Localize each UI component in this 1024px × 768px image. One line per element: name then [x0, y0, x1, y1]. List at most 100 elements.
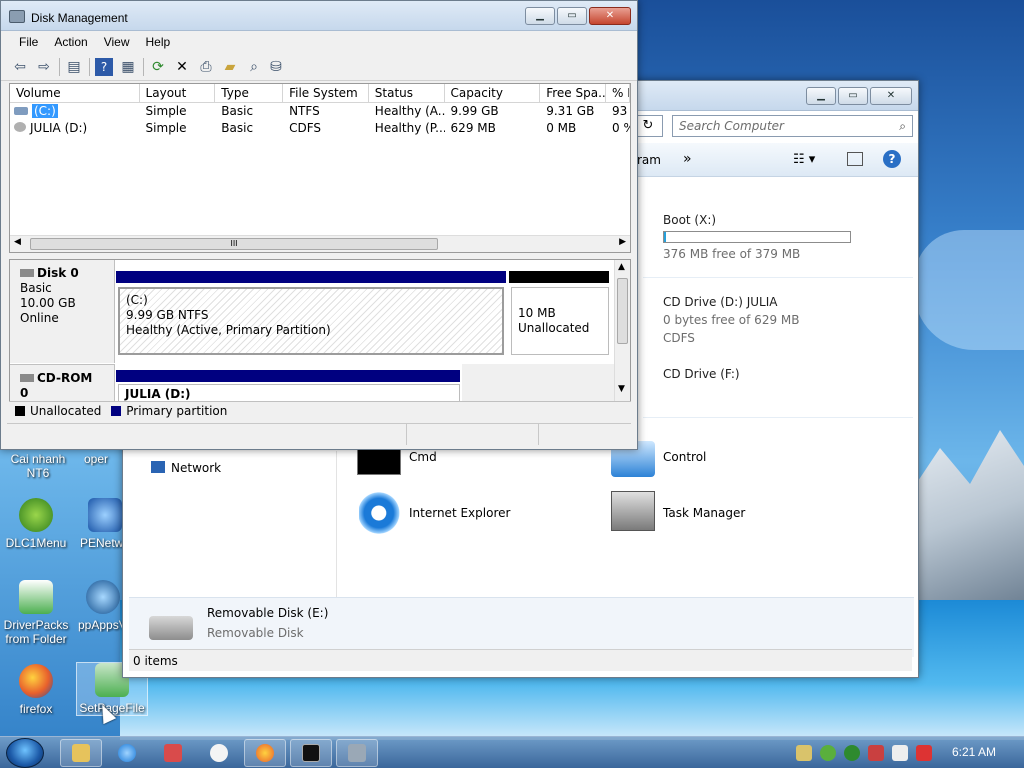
taskbar-firefox-button[interactable] [244, 739, 286, 767]
minimize-button[interactable]: ▁ [525, 7, 555, 25]
desktop-icon-penetw[interactable]: PENetw [80, 498, 122, 550]
tray-play-icon[interactable] [844, 745, 860, 761]
tile-label: Internet Explorer [409, 506, 511, 520]
refresh-icon[interactable]: ⟳ [149, 58, 167, 76]
drive-boot-x[interactable]: Boot (X:) 376 MB free of 379 MB [663, 213, 851, 261]
volume-row[interactable]: (C:) Simple Basic NTFS Healthy (A... 9.9… [10, 103, 630, 120]
column-volume[interactable]: Volume [10, 84, 140, 102]
tray-check-icon[interactable] [820, 745, 836, 761]
back-arrow-icon[interactable]: ⇦ [11, 58, 29, 76]
scrollbar-thumb[interactable] [617, 278, 628, 344]
explore-search-icon[interactable]: ⌕ [245, 58, 263, 76]
cdrom0-name-row: CD-ROM 0 [20, 371, 104, 401]
window-title: Disk Management [31, 11, 128, 25]
desktop-icon-label: Cai nhanh NT6 [10, 452, 66, 480]
command-program-item[interactable]: ram [637, 153, 661, 167]
help-icon[interactable]: ? [95, 58, 113, 76]
desktop-icon-driverpacks[interactable]: DriverPacks from Folder [0, 580, 72, 646]
taskbar-disk-management-button[interactable] [336, 739, 378, 767]
column-percent-free[interactable]: % F [606, 84, 630, 102]
taskbar-cmd-button[interactable] [290, 739, 332, 767]
close-button[interactable]: ✕ [589, 7, 631, 25]
scroll-up-arrow-icon[interactable]: ▲ [618, 262, 625, 272]
clock[interactable]: 6:21 AM [952, 745, 996, 759]
maximize-button[interactable]: ▭ [838, 87, 868, 105]
disk-management-window: Disk Management ▁ ▭ ✕ File Action View H… [0, 0, 638, 450]
properties-icon[interactable]: ⎙ [197, 58, 215, 76]
desktop-icon-label: DLC1Menu [5, 536, 67, 550]
disk-graphical-view: Disk 0 Basic 10.00 GB Online (C:) 9.99 G… [9, 259, 631, 419]
scrollbar-thumb[interactable]: III [30, 238, 438, 250]
ppapps-icon [86, 580, 120, 614]
vertical-scrollbar[interactable]: ▲ ▼ [614, 260, 630, 418]
column-type[interactable]: Type [215, 84, 284, 102]
filesystem-cell: NTFS [289, 104, 320, 118]
nav-item-network[interactable]: Network [151, 461, 221, 475]
open-folder-icon[interactable]: ▰ [221, 58, 239, 76]
desktop-wallpaper-cloud [914, 230, 1024, 350]
column-file-system[interactable]: File System [283, 84, 369, 102]
column-status[interactable]: Status [369, 84, 445, 102]
desktop-icon-label: ppAppsV [78, 618, 122, 632]
disk0-header[interactable]: Disk 0 Basic 10.00 GB Online [10, 260, 115, 363]
scroll-right-arrow-icon[interactable]: ▶ [619, 237, 626, 247]
chevron-more-icon[interactable]: » [683, 151, 692, 167]
search-input[interactable]: Search Computer ⌕ [672, 115, 913, 137]
status-pane [539, 424, 629, 445]
taskbar-explorer-button[interactable] [60, 739, 102, 767]
layout-cell: Simple [145, 121, 187, 135]
unallocated-space[interactable]: 10 MB Unallocated [511, 287, 609, 355]
partition-c[interactable]: (C:) 9.99 GB NTFS Healthy (Active, Prima… [118, 287, 504, 355]
desktop-icon-cai-nhanh[interactable]: Cai nhanh NT6 [2, 452, 74, 480]
tray-monitor-icon[interactable] [892, 745, 908, 761]
taskbar-app-button[interactable] [198, 739, 240, 767]
start-button[interactable] [6, 738, 44, 768]
tray-volume-muted-icon[interactable] [916, 745, 932, 761]
drive-icon [14, 107, 28, 115]
network-icon [88, 498, 122, 532]
taskbar-app-button[interactable] [152, 739, 194, 767]
column-layout[interactable]: Layout [140, 84, 216, 102]
maximize-button[interactable]: ▭ [557, 7, 587, 25]
dlc-icon [19, 498, 53, 532]
item-count: 0 items [133, 654, 178, 668]
minimize-button[interactable]: ▁ [806, 87, 836, 105]
tile-label: Task Manager [663, 506, 746, 520]
horizontal-scrollbar[interactable]: ◀ III ▶ [10, 235, 630, 252]
rescan-disks-icon[interactable]: ⛁ [267, 58, 285, 76]
column-free-space[interactable]: Free Spa... [540, 84, 607, 102]
scroll-down-arrow-icon[interactable]: ▼ [618, 384, 625, 394]
desktop-icon-label: DriverPacks from Folder [3, 618, 69, 646]
search-icon[interactable]: ⌕ [899, 119, 906, 134]
forward-arrow-icon[interactable]: ⇨ [35, 58, 53, 76]
menu-action[interactable]: Action [46, 31, 95, 53]
show-hide-console-tree-icon[interactable]: ▤ [65, 58, 83, 76]
preview-pane-icon[interactable] [847, 152, 863, 166]
menu-view[interactable]: View [96, 31, 138, 53]
tray-app-icon[interactable] [868, 745, 884, 761]
delete-icon[interactable]: ✕ [173, 58, 191, 76]
column-capacity[interactable]: Capacity [445, 84, 541, 102]
change-view-icon[interactable]: ☷ ▾ [793, 152, 815, 167]
menu-file[interactable]: File [11, 31, 46, 53]
desktop-icon-oper[interactable]: oper [84, 452, 122, 466]
nav-item-label: Network [171, 461, 222, 475]
taskbar-ie-button[interactable] [106, 739, 148, 767]
removable-disk-e[interactable]: Removable Disk (E:) Removable Disk [129, 597, 914, 657]
drive-name: CD Drive (F:) [663, 367, 740, 381]
volume-row[interactable]: JULIA (D:) Simple Basic CDFS Healthy (P.… [10, 120, 630, 137]
scroll-left-arrow-icon[interactable]: ◀ [14, 237, 21, 247]
diskmgmt-titlebar[interactable]: Disk Management ▁ ▭ ✕ [1, 1, 637, 31]
desktop-icon-firefox[interactable]: firefox [0, 664, 72, 716]
close-button[interactable]: ✕ [870, 87, 912, 105]
properties-view-icon[interactable]: ▦ [119, 58, 137, 76]
desktop-icon-ppapps[interactable]: ppAppsV [78, 580, 122, 632]
menu-help[interactable]: Help [138, 31, 179, 53]
drive-cd-f[interactable]: CD Drive (F:) [663, 367, 740, 381]
tray-network-icon[interactable] [796, 745, 812, 761]
drive-cd-d[interactable]: CD Drive (D:) JULIA 0 bytes free of 629 … [663, 295, 799, 345]
help-icon[interactable]: ? [883, 150, 901, 168]
disk-management-icon [348, 744, 366, 762]
unalloc-size: 10 MB [518, 306, 556, 320]
desktop-icon-dlc1menu[interactable]: DLC1Menu [0, 498, 72, 550]
